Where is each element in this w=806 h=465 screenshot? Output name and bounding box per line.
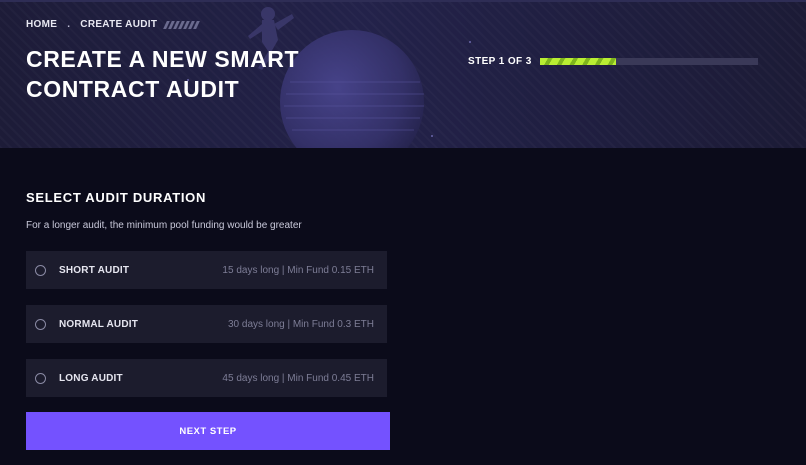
option-long-audit[interactable]: LONG AUDIT 45 days long | Min Fund 0.45 … <box>26 359 387 397</box>
step-progress-fill <box>540 58 617 65</box>
option-short-audit[interactable]: SHORT AUDIT 15 days long | Min Fund 0.15… <box>26 251 387 289</box>
step-indicator: STEP 1 OF 3 <box>468 56 532 67</box>
step-progress-bar <box>540 58 758 65</box>
option-meta: 15 days long | Min Fund 0.15 ETH <box>222 264 374 276</box>
radio-icon[interactable] <box>35 264 46 276</box>
option-label: LONG AUDIT <box>59 372 123 384</box>
next-step-button[interactable]: NEXT STEP <box>26 412 390 450</box>
radio-icon[interactable] <box>35 372 46 384</box>
page-title: CREATE A NEW SMART CONTRACT AUDIT <box>26 46 300 102</box>
option-meta: 45 days long | Min Fund 0.45 ETH <box>222 372 374 384</box>
option-label: SHORT AUDIT <box>59 264 130 276</box>
option-label: NORMAL AUDIT <box>59 318 139 330</box>
hero-banner: HOME . CREATE AUDIT CREATE A NEW SMART C… <box>0 0 806 148</box>
breadcrumb-separator: . <box>67 19 71 30</box>
option-normal-audit[interactable]: NORMAL AUDIT 30 days long | Min Fund 0.3… <box>26 305 387 343</box>
breadcrumb: HOME . CREATE AUDIT <box>26 19 201 30</box>
breadcrumb-current: CREATE AUDIT <box>80 19 158 30</box>
section-title: SELECT AUDIT DURATION <box>26 190 207 205</box>
breadcrumb-home[interactable]: HOME <box>26 19 57 30</box>
option-meta: 30 days long | Min Fund 0.3 ETH <box>227 318 374 330</box>
page: HOME . CREATE AUDIT CREATE A NEW SMART C… <box>0 0 806 465</box>
section-description: For a longer audit, the minimum pool fun… <box>26 220 302 231</box>
radio-icon[interactable] <box>35 318 46 330</box>
stripes-decoration <box>163 20 201 29</box>
